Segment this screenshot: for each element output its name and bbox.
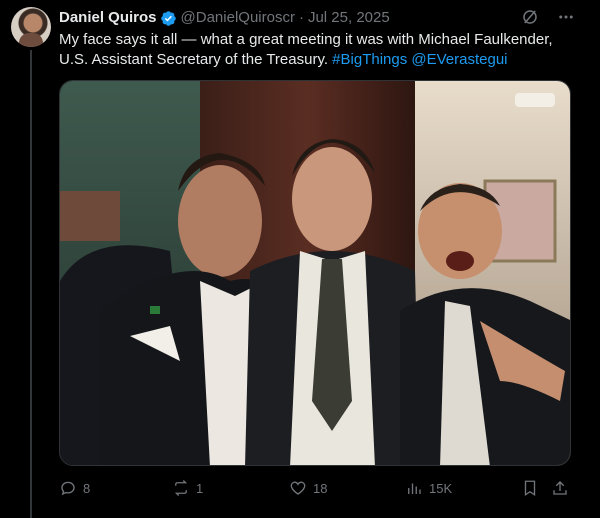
reply-count: 8 bbox=[83, 480, 91, 496]
avatar-figure bbox=[19, 33, 43, 47]
grok-icon[interactable] bbox=[520, 7, 540, 27]
photo-illustration bbox=[60, 81, 570, 465]
avatar[interactable] bbox=[11, 7, 51, 47]
more-icon[interactable] bbox=[556, 7, 576, 27]
hashtag-link[interactable]: #BigThings bbox=[332, 51, 407, 68]
handle[interactable]: @DanielQuiroscr bbox=[181, 8, 295, 28]
tweet-card[interactable]: Daniel Quiros @DanielQuiroscr · Jul 25, … bbox=[0, 0, 600, 518]
reply-button[interactable]: 8 bbox=[59, 478, 90, 498]
verified-badge-icon bbox=[160, 10, 176, 26]
repost-count: 1 bbox=[196, 480, 204, 496]
views-button[interactable]: 15K bbox=[405, 478, 452, 498]
like-count: 18 bbox=[313, 480, 328, 496]
share-icon bbox=[553, 481, 567, 495]
header-icons bbox=[520, 7, 576, 27]
repost-icon bbox=[174, 480, 188, 496]
action-bar: 8 1 18 15K bbox=[59, 478, 579, 498]
separator-dot: · bbox=[298, 9, 304, 26]
mention-link[interactable]: @EVerastegui bbox=[411, 51, 507, 68]
tweet-header: Daniel Quiros @DanielQuiroscr · Jul 25, … bbox=[59, 8, 390, 28]
views-count: 15K bbox=[429, 480, 453, 496]
bookmark-button[interactable] bbox=[521, 478, 539, 498]
reply-icon bbox=[61, 481, 75, 496]
share-button[interactable] bbox=[551, 478, 569, 498]
thread-line bbox=[30, 50, 32, 518]
like-button[interactable]: 18 bbox=[289, 478, 327, 498]
tweet-text: My face says it all — what a great meeti… bbox=[59, 30, 579, 70]
display-name[interactable]: Daniel Quiros bbox=[59, 8, 157, 28]
bookmark-icon bbox=[524, 480, 536, 497]
views-icon bbox=[408, 483, 421, 494]
heart-icon bbox=[290, 481, 306, 495]
repost-button[interactable]: 1 bbox=[172, 478, 203, 498]
tweet-photo[interactable] bbox=[59, 80, 571, 466]
timestamp[interactable]: Jul 25, 2025 bbox=[308, 8, 390, 28]
